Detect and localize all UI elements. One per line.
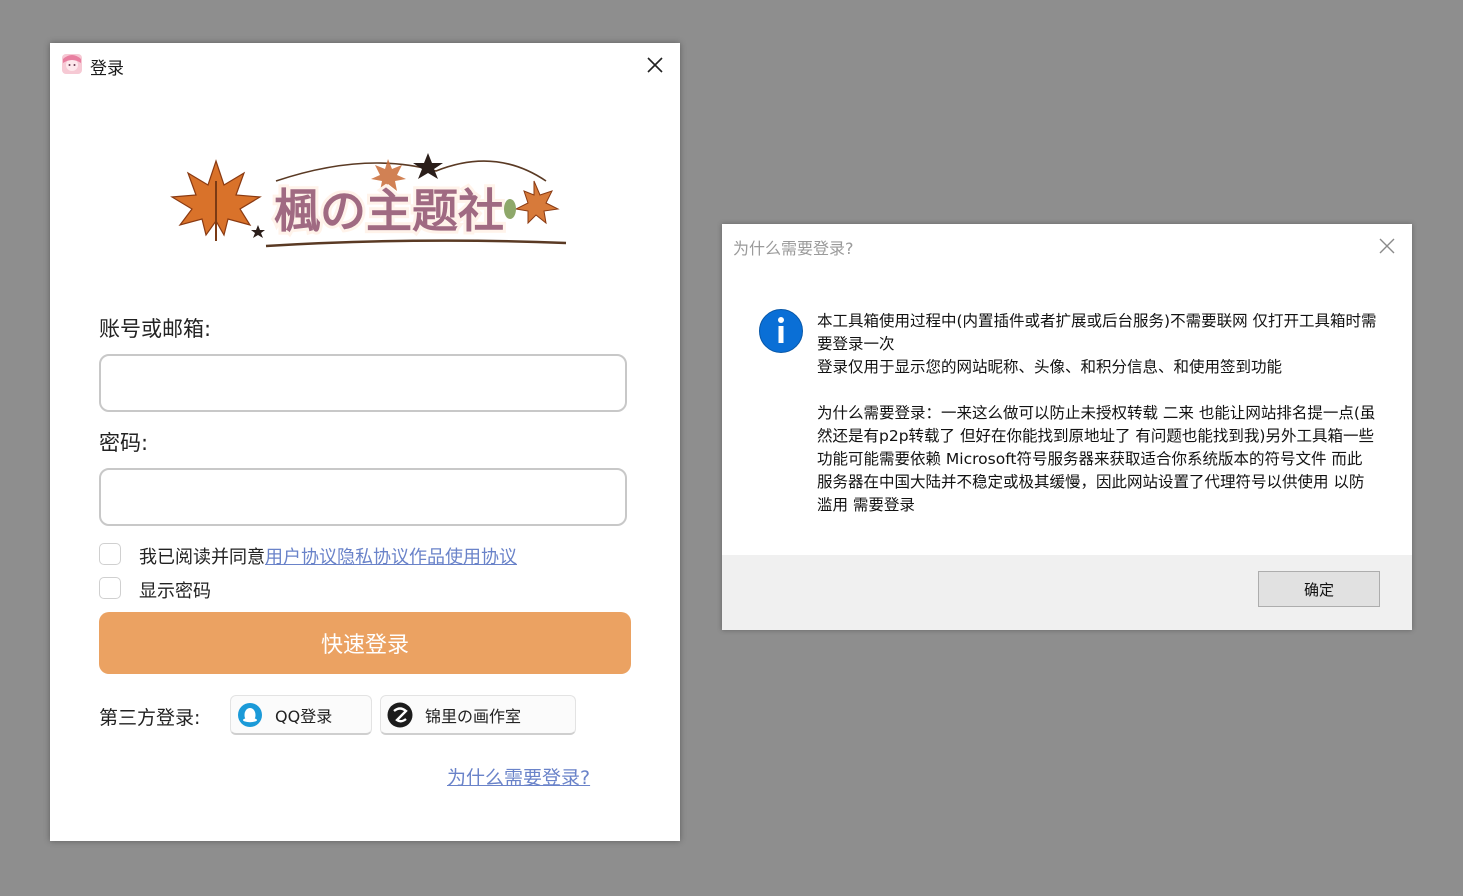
third-party-label: 第三方登录: (99, 707, 201, 729)
info-icon (759, 309, 803, 353)
dialog-close-icon[interactable] (1377, 236, 1397, 256)
work-usage-agreement-link[interactable]: 作品使用协议 (409, 547, 517, 568)
studio-logo-icon (387, 702, 413, 727)
qq-icon (238, 702, 262, 727)
quick-login-button[interactable]: 快速登录 (99, 612, 631, 674)
why-login-link[interactable]: 为什么需要登录? (447, 763, 590, 790)
account-label: 账号或邮箱: (99, 317, 212, 341)
message-paragraph-1: 本工具箱使用过程中(内置插件或者扩展或后台服务)不需要联网 仅打开工具箱时需要登… (817, 312, 1377, 353)
show-password-label: 显示密码 (139, 581, 211, 602)
dialog-footer: 确定 (722, 555, 1412, 630)
window-title: 登录 (90, 59, 124, 79)
maple-leaf-icon (170, 159, 262, 241)
agree-text: 我已阅读并同意用户协议隐私协议作品使用协议 (139, 543, 517, 569)
studio-login-button[interactable]: 锦里の画作室 (380, 695, 576, 735)
agree-prefix: 我已阅读并同意 (139, 547, 265, 568)
site-logo: 楓の主题社 (170, 153, 567, 248)
ok-button[interactable]: 确定 (1258, 571, 1380, 607)
qq-login-label: QQ登录 (275, 706, 333, 726)
password-input[interactable] (99, 468, 627, 526)
why-login-dialog: 为什么需要登录? 本工具箱使用过程中(内置插件或者扩展或后台服务)不需要联网 仅… (722, 224, 1412, 630)
dialog-message: 本工具箱使用过程中(内置插件或者扩展或后台服务)不需要联网 仅打开工具箱时需要登… (817, 310, 1377, 517)
show-password-checkbox[interactable] (99, 577, 121, 599)
privacy-agreement-link[interactable]: 隐私协议 (337, 547, 409, 568)
message-paragraph-2: 登录仅用于显示您的网站昵称、头像、和积分信息、和使用签到功能 (817, 358, 1283, 376)
logo-text: 楓の主题社 (274, 184, 504, 238)
account-input[interactable] (99, 354, 627, 412)
studio-login-label: 锦里の画作室 (425, 706, 522, 726)
user-agreement-link[interactable]: 用户协议 (265, 547, 337, 568)
password-label: 密码: (99, 431, 149, 455)
dialog-title: 为什么需要登录? (733, 239, 854, 258)
close-icon[interactable] (644, 54, 666, 76)
app-avatar-icon (62, 54, 82, 74)
agree-checkbox[interactable] (99, 543, 121, 565)
qq-login-button[interactable]: QQ登录 (230, 695, 372, 735)
login-window: 登录 楓の主题社 账号或邮箱: 密码: 我已阅读并同意用户协议隐私协议作品使用协… (50, 43, 680, 841)
message-paragraph-3: 为什么需要登录：一来这么做可以防止未授权转载 二来 也能让网站排名提一点(虽然还… (817, 404, 1376, 514)
